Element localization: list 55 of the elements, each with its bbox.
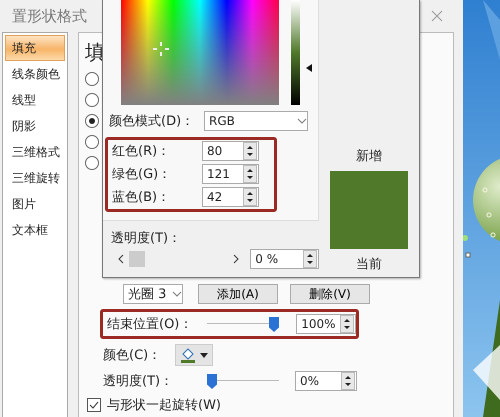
caret-icon <box>172 291 182 297</box>
slider-thumb[interactable] <box>269 317 279 332</box>
current-color-label: 当前 <box>356 256 382 273</box>
mode-label: 颜色模式(D)： <box>109 113 196 130</box>
luminance-bar[interactable] <box>291 0 300 105</box>
checkbox[interactable] <box>87 398 101 412</box>
transparency-label: 透明度(T)： <box>103 373 174 390</box>
category-item[interactable]: 三维格式 <box>5 139 65 165</box>
remove-button[interactable]: 删除(V) <box>290 284 370 304</box>
radio-button[interactable] <box>85 135 99 149</box>
channel-label: 红色(R)： <box>112 143 172 160</box>
radio-button[interactable] <box>85 93 99 107</box>
mode-select[interactable]: RGB <box>204 111 308 131</box>
radio-button[interactable] <box>85 72 99 86</box>
channel-field[interactable]: 42 <box>202 187 259 207</box>
channel-field[interactable]: 80 <box>202 141 259 161</box>
pointer-icon <box>306 64 312 72</box>
scroll-thumb[interactable] <box>128 251 145 267</box>
channel-label: 蓝色(B)： <box>112 189 172 206</box>
transparency-label: 透明度(T)： <box>111 230 182 247</box>
spinner-icon[interactable] <box>243 188 257 206</box>
category-item[interactable]: 填充 <box>5 35 65 61</box>
position-field[interactable]: 100% <box>296 314 356 334</box>
channel-label: 绿色(G)： <box>112 166 172 183</box>
radio-button[interactable] <box>85 156 99 170</box>
transparency-field[interactable]: 0% <box>295 371 357 391</box>
rotate-label: 与形状一起旋转(W) <box>107 397 221 414</box>
spinner-icon[interactable] <box>341 372 355 390</box>
transparency-field[interactable]: 0 % <box>250 249 319 269</box>
category-item[interactable]: 图片 <box>5 191 65 217</box>
channel-field[interactable]: 121 <box>202 164 259 184</box>
section-heading: 填 <box>85 39 105 66</box>
category-item[interactable]: 文本框 <box>5 217 65 243</box>
spinner-icon[interactable] <box>302 250 317 268</box>
add-button[interactable]: 添加(A) <box>198 284 278 304</box>
spinner-icon[interactable] <box>243 142 257 160</box>
radio-button[interactable] <box>85 114 99 128</box>
dialog-title: 置形状格式 <box>12 6 87 26</box>
slider-track[interactable] <box>207 374 279 388</box>
caret-icon <box>200 352 208 358</box>
end-position-label: 结束位置(O)： <box>107 316 194 333</box>
fill-color-button[interactable] <box>175 344 213 366</box>
category-item[interactable]: 三维旋转 <box>5 165 65 191</box>
spinner-icon[interactable] <box>243 165 257 183</box>
stop-dropdown[interactable]: 光圈 3 <box>123 284 183 304</box>
category-item[interactable]: 阴影 <box>5 113 65 139</box>
category-item[interactable]: 线型 <box>5 87 65 113</box>
slider-thumb[interactable] <box>207 374 217 389</box>
paint-bucket-icon <box>180 347 196 363</box>
slider-track[interactable] <box>207 317 276 331</box>
spinner-icon[interactable] <box>340 315 354 333</box>
color-label: 颜色(C)： <box>103 347 162 364</box>
caret-icon <box>297 118 307 124</box>
category-item[interactable]: 线条颜色 <box>5 61 65 87</box>
new-color-label: 新增 <box>356 148 382 165</box>
